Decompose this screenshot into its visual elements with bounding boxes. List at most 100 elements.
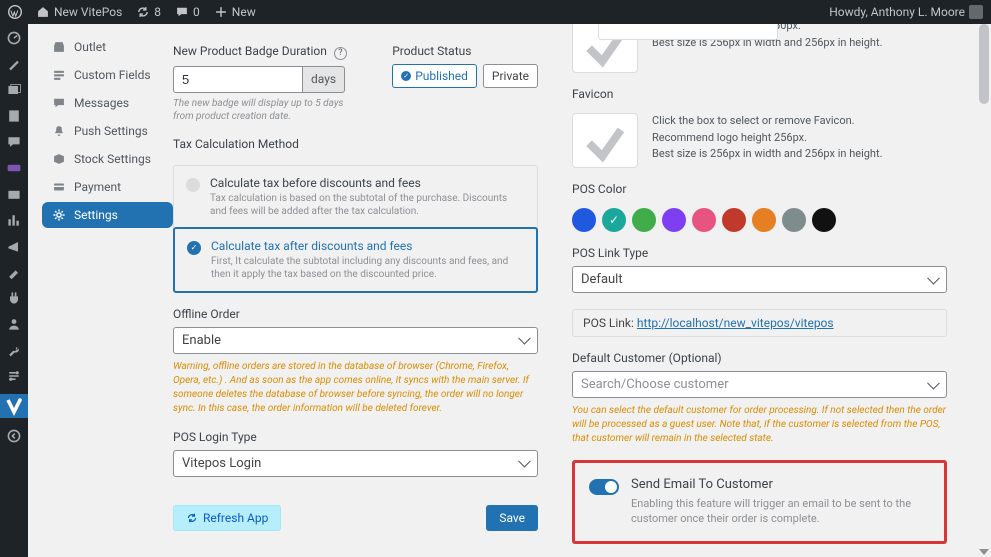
rail-tools[interactable] <box>6 342 22 358</box>
adminbar-account[interactable]: Howdy, Anthony L. Moore <box>829 5 983 19</box>
sidebar-item-settings[interactable]: Settings <box>42 202 173 228</box>
sidebar-item-label: Custom Fields <box>74 68 151 82</box>
tax-after-option[interactable]: Calculate tax after discounts and fees F… <box>173 227 538 293</box>
sidebar-item-push-settings[interactable]: Push Settings <box>42 118 173 144</box>
sidebar-item-label: Stock Settings <box>74 152 151 166</box>
color-swatch[interactable] <box>722 208 746 232</box>
refresh-icon <box>186 512 198 524</box>
pos-link-type-select[interactable]: Default <box>572 266 947 293</box>
tax-method-group: Calculate tax before discounts and fees … <box>173 165 538 293</box>
adminbar-comments[interactable]: 0 <box>175 5 200 19</box>
radio-icon <box>186 178 200 192</box>
badge-duration-hint: The new badge will display up to 5 days … <box>173 97 362 123</box>
color-swatch[interactable] <box>752 208 776 232</box>
color-swatch[interactable] <box>692 208 716 232</box>
sidebar-item-outlet[interactable]: Outlet <box>42 34 173 60</box>
rail-posts[interactable] <box>6 56 22 72</box>
status-published-pill[interactable]: Published <box>392 64 477 88</box>
sidebar-item-label: Settings <box>74 208 118 222</box>
rail-users[interactable] <box>6 316 22 332</box>
update-icon <box>136 5 150 19</box>
badge-duration-unit: days <box>303 66 345 93</box>
rail-marketing[interactable] <box>6 238 22 254</box>
tax-after-desc: First, It calculate the subtotal includi… <box>211 255 524 281</box>
pos-login-select[interactable]: Vitepos Login <box>173 450 538 477</box>
pos-link-type-label: POS Link Type <box>572 246 947 260</box>
offline-order-label: Offline Order <box>173 307 538 321</box>
rail-appearance[interactable] <box>6 264 22 280</box>
adminbar-updates[interactable]: 8 <box>136 5 161 19</box>
sidebar-item-label: Push Settings <box>74 124 148 138</box>
tax-before-desc: Tax calculation is based on the subtotal… <box>210 192 525 218</box>
comment-icon <box>175 5 189 19</box>
settings-panel: New Product Badge Duration ? days The ne… <box>173 24 991 557</box>
adminbar-new-label: New <box>232 5 256 19</box>
adminbar-new[interactable]: New <box>214 5 256 19</box>
plus-icon <box>214 5 228 19</box>
color-swatch[interactable] <box>812 208 836 232</box>
status-private-pill[interactable]: Private <box>483 64 538 88</box>
rail-dashboard[interactable] <box>6 30 22 46</box>
sidebar-item-label: Messages <box>74 96 129 110</box>
refresh-app-button[interactable]: Refresh App <box>173 505 281 531</box>
bell-icon <box>52 124 66 138</box>
send-email-box: Send Email To Customer Enabling this fea… <box>572 460 947 544</box>
default-customer-label: Default Customer (Optional) <box>572 351 947 365</box>
color-swatch[interactable] <box>662 208 686 232</box>
color-swatch[interactable] <box>602 208 626 232</box>
send-email-toggle[interactable] <box>589 479 619 495</box>
upper-empty-input[interactable] <box>598 24 778 40</box>
scrollbar[interactable] <box>979 24 989 557</box>
favicon-label: Favicon <box>572 87 947 101</box>
tax-method-label: Tax Calculation Method <box>173 137 538 151</box>
adminbar-site-name: New VitePos <box>54 5 122 19</box>
pos-color-swatches <box>572 208 947 232</box>
rail-woo[interactable] <box>6 160 22 176</box>
save-button[interactable]: Save <box>486 505 538 531</box>
help-icon[interactable]: ? <box>334 47 347 60</box>
sidebar-item-custom-fields[interactable]: Custom Fields <box>42 62 173 88</box>
color-swatch[interactable] <box>632 208 656 232</box>
wp-admin-bar: New VitePos 8 0 New Howdy, Anthony L. Mo… <box>0 0 991 24</box>
fields-icon <box>52 68 66 82</box>
adminbar-wp-menu[interactable] <box>8 5 22 19</box>
color-swatch[interactable] <box>782 208 806 232</box>
check-icon <box>401 71 411 81</box>
send-email-desc: Enabling this feature will trigger an em… <box>631 496 930 527</box>
sidebar-item-messages[interactable]: Messages <box>42 90 173 116</box>
sidebar-item-payment[interactable]: Payment <box>42 174 173 200</box>
badge-duration-label: New Product Badge Duration ? <box>173 44 362 60</box>
scroll-down-icon[interactable] <box>979 549 989 555</box>
rail-products[interactable] <box>6 186 22 202</box>
default-customer-select[interactable]: Search/Choose customer <box>572 371 947 398</box>
offline-order-warning: Warning, offline orders are stored in th… <box>173 360 538 416</box>
scroll-thumb[interactable] <box>979 24 989 104</box>
favicon-upload-box[interactable] <box>572 113 638 168</box>
page-body: Outlet Custom Fields Messages Push Setti… <box>28 24 991 557</box>
product-status-label: Product Status <box>392 44 538 58</box>
adminbar-howdy: Howdy, Anthony L. Moore <box>829 5 965 19</box>
tax-before-title: Calculate tax before discounts and fees <box>210 176 525 190</box>
rail-comments[interactable] <box>6 134 22 150</box>
adminbar-update-count: 8 <box>154 5 161 19</box>
tax-before-option[interactable]: Calculate tax before discounts and fees … <box>174 166 537 228</box>
adminbar-site[interactable]: New VitePos <box>36 5 122 19</box>
pos-link-url[interactable]: http://localhost/new_vitepos/vitepos <box>637 316 834 330</box>
favicon-hint: Click the box to select or remove Favico… <box>652 113 883 163</box>
sidebar-item-stock-settings[interactable]: Stock Settings <box>42 146 173 172</box>
pos-link-label: POS Link: <box>583 316 634 330</box>
send-email-title: Send Email To Customer <box>631 477 930 492</box>
color-swatch[interactable] <box>572 208 596 232</box>
pos-login-label: POS Login Type <box>173 430 538 444</box>
rail-plugins[interactable] <box>6 290 22 306</box>
badge-duration-input[interactable] <box>173 66 303 93</box>
rail-settings[interactable] <box>6 368 22 384</box>
rail-pages[interactable] <box>6 108 22 124</box>
rail-vitepos[interactable] <box>0 394 28 418</box>
rail-media[interactable] <box>6 82 22 98</box>
radio-icon <box>187 241 201 255</box>
rail-analytics[interactable] <box>6 212 22 228</box>
offline-order-select[interactable]: Enable <box>173 327 538 354</box>
sidebar-item-label: Payment <box>74 180 121 194</box>
rail-collapse[interactable] <box>6 428 22 444</box>
